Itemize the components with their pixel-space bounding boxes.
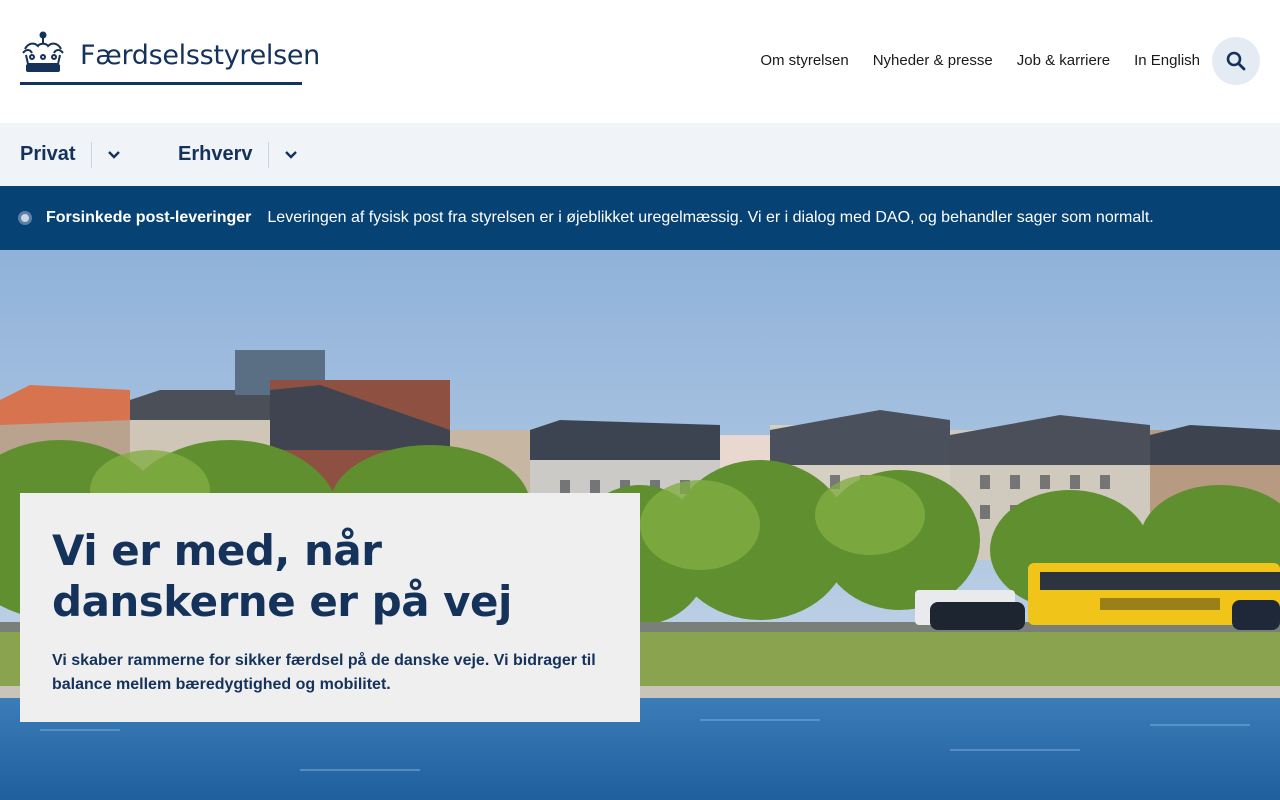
search-button[interactable] (1212, 37, 1260, 85)
nav-job-karriere[interactable]: Job & karriere (1017, 50, 1110, 72)
nav-om-styrelsen[interactable]: Om styrelsen (760, 50, 848, 72)
logo-text: Færdselsstyrelsen (80, 40, 320, 71)
alert-status-icon (18, 211, 32, 225)
nav-in-english[interactable]: In English (1134, 50, 1200, 72)
site-logo[interactable]: Færdselsstyrelsen (20, 31, 320, 85)
main-navigation: Privat Erhverv (0, 123, 1280, 186)
top-navigation: Om styrelsen Nyheder & presse Job & karr… (760, 50, 1200, 72)
mainnav-label-privat[interactable]: Privat (20, 143, 76, 166)
alert-title: Forsinkede post-leveringer (46, 209, 252, 226)
mainnav-item-erhverv: Erhverv (178, 123, 298, 186)
nav-nyheder-presse[interactable]: Nyheder & presse (873, 50, 993, 72)
crown-icon (22, 31, 64, 72)
divider (90, 141, 92, 168)
hero-card: Vi er med, når danskerne er på vej Vi sk… (20, 493, 640, 722)
site-header: Færdselsstyrelsen Om styrelsen Nyheder &… (0, 0, 1280, 123)
alert-text: Leveringen af fysisk post fra styrelsen … (267, 209, 1154, 226)
hero-title: Vi er med, når danskerne er på vej (52, 526, 512, 626)
chevron-down-icon[interactable] (107, 148, 121, 162)
divider (267, 141, 269, 168)
hero-subtitle: Vi skaber rammerne for sikker færdsel på… (52, 652, 596, 693)
mainnav-item-privat: Privat (20, 123, 121, 186)
mainnav-label-erhverv[interactable]: Erhverv (178, 143, 253, 166)
search-icon (1226, 51, 1246, 71)
chevron-down-icon[interactable] (284, 148, 298, 162)
alert-banner: Forsinkede post-leveringer Leveringen af… (0, 186, 1280, 250)
logo-underline (20, 82, 302, 85)
